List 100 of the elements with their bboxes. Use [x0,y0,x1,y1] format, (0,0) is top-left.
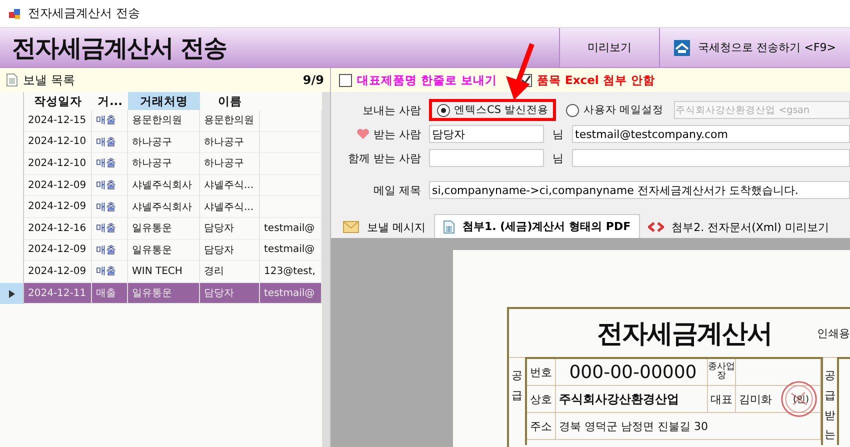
table-cell-text: 샤넬주식회사 [132,200,192,214]
row-pointer-icon [8,290,14,298]
table-cell-text: 일유통운 [132,244,172,257]
list-title: 보낼 목록 [23,72,76,88]
cc-name-field[interactable] [429,149,544,167]
recipient-email-field[interactable]: testmail@testcompany.com [572,125,850,143]
table-cell: 2024-12-09 [28,180,86,191]
field-label: 메일 제목 [372,182,422,198]
column-header[interactable]: 이름 [200,92,260,110]
field-label: 종사업장 [708,363,735,381]
tab[interactable]: 보낼 메시지 [335,216,434,238]
scrollbar[interactable] [322,92,330,447]
registration-number: 000-00-00000 [569,362,697,382]
table-cell-text: 담당자 [204,222,234,236]
table-cell-text: 하나공구 [204,136,244,149]
table-cell-text: 일유통운 [132,287,172,300]
table-cell-text: 경리 [204,265,224,278]
table-cell-text: 샤넬주식... [204,200,254,214]
table-cell-text: 하나공구 [132,157,172,170]
table-cell: 123@test, [264,266,316,277]
app-icon [8,6,22,20]
tab[interactable]: 첨부1. (세금)계산서 형태의 PDF [434,214,640,238]
table-cell-text: 담당자 [204,287,234,300]
field-label: 번호 [530,364,552,380]
window-title: 전자세금계산서 전송 [28,5,140,22]
radio-button[interactable] [437,104,450,116]
document-icon [6,73,18,87]
ceo-name: 김미화 [739,392,772,406]
suffix-label: 님 [552,150,564,166]
column-header[interactable]: 거래처명 [128,92,200,110]
radio-option[interactable]: 사용자 메일설정 [558,99,672,121]
table-cell-text: 하나공구 [132,136,172,149]
column-header[interactable]: 작성일자 [24,92,92,110]
table-row[interactable]: 2024-12-09 매출 샤넬주식회사 샤넬주식... [0,196,322,218]
send-button[interactable]: 국세청으로 전송하기 <F9> [659,28,850,67]
invoice-title: 전자세금계산서 [597,318,772,350]
table-row[interactable]: 2024-12-09 매출 일유통운 담당자 testmail@ [0,240,322,262]
table-cell-text: 매출 [96,200,116,214]
code-icon [648,221,664,233]
page-title: 전자세금계산서 전송 [11,32,228,64]
list-count: 9/9 [302,73,324,87]
table-cell: testmail@ [264,222,315,234]
table-cell-text: 샤넬주식... [204,179,254,192]
table-cell: 2024-12-15 [28,114,86,126]
field-label: 보내는 사람 [362,102,422,118]
table-cell-text: 매출 [96,265,116,278]
table-cell-text: 하나공구 [204,157,244,170]
table-cell: 2024-12-11 [28,288,86,299]
checkbox[interactable] [339,74,352,86]
table-cell: 2024-12-10 [28,158,86,169]
table-cell-text: 일유통운 [132,222,172,236]
table-cell-text: 매출 [96,157,116,170]
field-label: 받는 사람 [331,126,429,142]
subject-field[interactable]: si,companyname->ci,companyname 전자세금계산서가 도착했습니다. [429,181,850,199]
radio-button[interactable] [566,104,580,116]
table-cell: testmail@ [264,244,315,256]
table-cell-text: 용문한의원 [132,114,182,128]
field-label: 함께 받는 사람 [347,150,422,166]
envelope-icon [343,221,359,233]
address: 경북 영덕군 남정면 진불길 30 [559,418,708,434]
table-cell: 2024-12-09 [28,244,86,256]
table-cell-text: 용문한의원 [204,114,254,128]
field-label: 대표 [710,392,732,406]
table-cell-text: 매출 [96,179,116,192]
supplier-label: 공급 [512,368,522,404]
table-row[interactable]: 2024-12-09 매출 샤넬주식회사 샤넬주식... [0,174,322,196]
radio-option[interactable]: 엔텍스CS 발신전용 [429,99,556,121]
preview-button[interactable]: 미리보기 [559,28,660,67]
table-cell: testmail@ [264,288,315,299]
table-cell-text: 매출 [96,287,116,300]
table-cell-text: 샤넬주식회사 [132,179,192,192]
table-cell: 2024-12-09 [28,201,86,212]
table-cell: 2024-12-09 [28,266,86,277]
table-cell: 2024-12-10 [28,136,86,148]
table-row[interactable]: 2024-12-10 매출 하나공구 하나공구 [0,153,322,175]
table-row[interactable]: 2024-12-11 매출 일유통운 담당자 testmail@ [0,282,322,304]
recipient-name-field[interactable]: 담당자 [429,125,544,143]
table-cell-text: 매출 [96,244,116,257]
field-label: 주소 [530,418,552,434]
buyer-label: 공급받는 [824,368,836,444]
seal-label: (인) [792,394,809,406]
column-header[interactable]: 거... [92,92,128,110]
table-row[interactable]: 2024-12-15 매출 용문한의원 용문한의원 [0,110,322,132]
print-label: 인쇄용 [817,326,850,340]
seal-stamp-icon [780,380,818,418]
house-icon [674,40,690,56]
cc-email-field[interactable] [572,149,850,167]
table-cell-text: 담당자 [204,244,234,257]
table-cell-text: 매출 [96,114,116,128]
company-name: 주식회사강산환경산업 [559,390,679,408]
table-cell-text: 매출 [96,136,116,149]
suffix-label: 님 [552,126,564,142]
table-row[interactable]: 2024-12-10 매출 하나공구 하나공구 [0,132,322,154]
table-row[interactable]: 2024-12-16 매출 일유통운 담당자 testmail@ [0,218,322,240]
tab[interactable]: 첨부2. 전자문서(Xml) 미리보기 [640,216,837,238]
field-label: 상호 [530,392,552,406]
heart-icon [356,128,370,140]
table-cell: 2024-12-16 [28,222,86,234]
spreadsheet-icon [442,220,454,234]
table-cell-text: 매출 [96,222,116,236]
